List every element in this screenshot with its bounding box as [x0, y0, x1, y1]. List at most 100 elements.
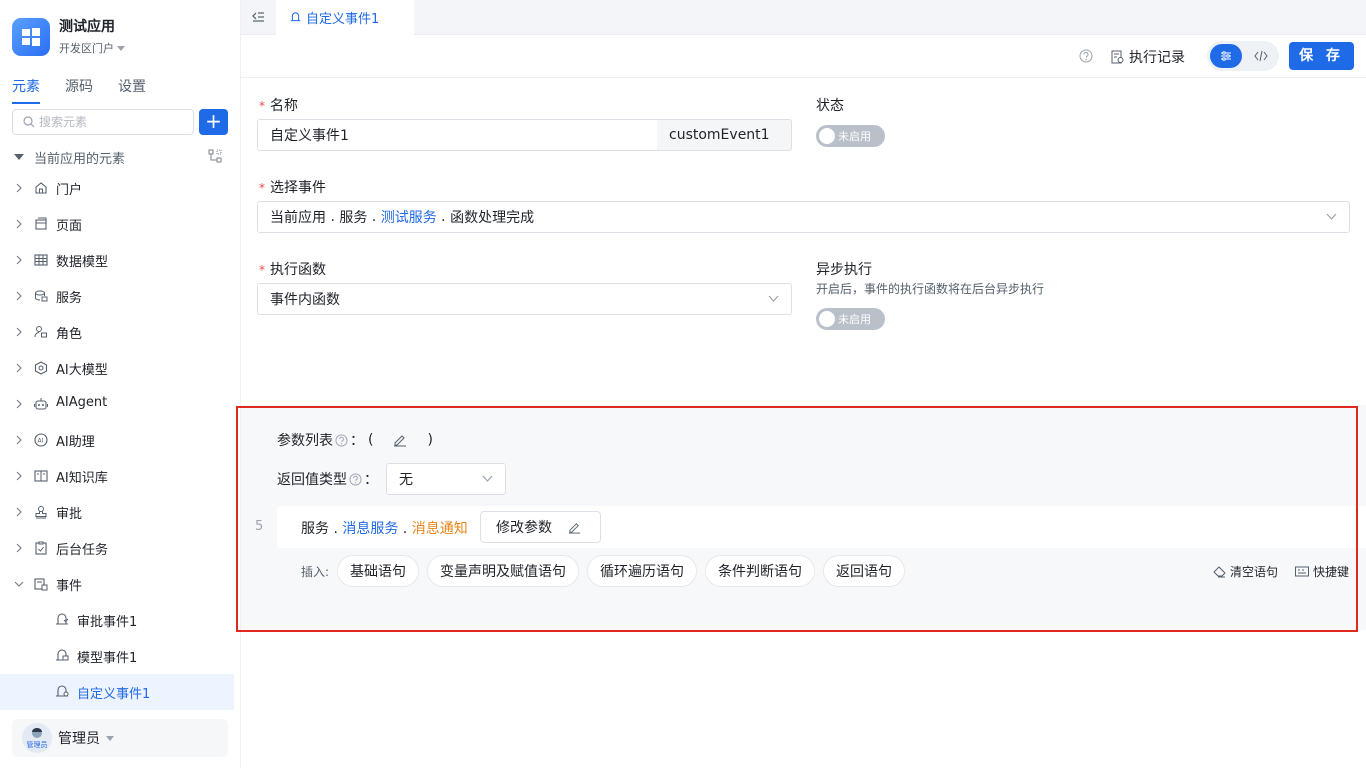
sidebar-item-label: 事件: [56, 579, 83, 594]
chevron-right-icon: [16, 291, 22, 301]
event-select[interactable]: 当前应用 . 服务 . 测试服务 . 函数处理完成: [257, 201, 1350, 233]
keyboard-icon: [1295, 566, 1309, 577]
status-toggle[interactable]: 未启用: [816, 125, 885, 147]
model-event-icon: [56, 649, 69, 661]
sidebar-item-service[interactable]: 服务: [0, 278, 241, 314]
sidebar-item-approval-event[interactable]: 审批事件1: [0, 602, 241, 638]
search-input[interactable]: [39, 115, 179, 129]
sidebar-item-ai-agent[interactable]: AIAgent: [0, 386, 241, 422]
insert-basic-button[interactable]: 基础语句: [337, 555, 420, 587]
shortcut-button[interactable]: 快捷键: [1295, 563, 1349, 580]
tree-root[interactable]: 当前应用的元素: [12, 147, 230, 167]
portal-selector[interactable]: 开发区门户: [59, 40, 125, 56]
insert-toolbar: 插入: 基础语句 变量声明及赋值语句 循环遍历语句 条件判断语句 返回语句: [301, 555, 913, 587]
collapse-sidebar-icon[interactable]: [251, 10, 265, 24]
chevron-right-icon: [16, 327, 22, 337]
sidebar-item-approval[interactable]: 审批: [0, 494, 241, 530]
name-label: * 名称: [259, 98, 298, 114]
toolbar: 执行记录 保 存: [241, 36, 1366, 78]
sidebar-item-label: 数据模型: [56, 255, 109, 270]
caret-down-icon: [117, 45, 125, 51]
role-icon: [34, 326, 47, 338]
params-row: 参数列表 ： ( ): [277, 430, 433, 450]
chevron-right-icon: [16, 183, 22, 193]
add-element-button[interactable]: +: [199, 109, 228, 135]
statement-row[interactable]: 服务 . 消息服务 . 消息通知 修改参数: [277, 506, 1366, 548]
sidebar-item-label: 后台任务: [56, 543, 109, 558]
chevron-down-icon: [14, 581, 24, 587]
log-icon: [1111, 50, 1124, 64]
tab-source[interactable]: 源码: [65, 76, 93, 104]
insert-label: 插入:: [301, 564, 330, 579]
edit-params-icon[interactable]: [393, 433, 407, 447]
save-button[interactable]: 保 存: [1289, 42, 1354, 70]
task-icon: [35, 541, 47, 555]
robot-icon: [34, 398, 48, 410]
name-input[interactable]: 自定义事件1: [257, 119, 659, 151]
params-label: 参数列表: [277, 433, 333, 449]
sidebar-item-ai-model[interactable]: AI大模型: [0, 350, 241, 386]
help-icon[interactable]: [1079, 49, 1093, 63]
sidebar-item-ai-assistant[interactable]: AI AI助理: [0, 422, 241, 458]
tab-custom-event[interactable]: 自定义事件1: [276, 0, 414, 35]
sidebar-item-page[interactable]: 页面: [0, 206, 241, 242]
user-menu[interactable]: 管理员 管理员: [12, 719, 228, 757]
tab-settings[interactable]: 设置: [118, 76, 146, 104]
custom-event-icon: [56, 685, 69, 697]
portal-name: 开发区门户: [59, 42, 114, 55]
line-number: 5: [255, 519, 264, 534]
status-label: 状态: [816, 98, 844, 114]
sidebar-item-label: AI知识库: [56, 471, 108, 486]
app-name: 测试应用: [59, 19, 115, 35]
event-icon: [34, 578, 48, 591]
sidebar-item-role[interactable]: 角色: [0, 314, 241, 350]
ai-assistant-icon: AI: [34, 433, 48, 447]
insert-return-button[interactable]: 返回语句: [823, 555, 906, 587]
clear-statements-button[interactable]: 清空语句: [1213, 563, 1278, 580]
app-header: 测试应用 开发区门户: [12, 18, 125, 56]
insert-variable-button[interactable]: 变量声明及赋值语句: [427, 555, 580, 587]
tab-bar: 自定义事件1: [241, 0, 1366, 35]
sidebar-item-label: 门户: [56, 183, 83, 198]
ai-model-icon: [34, 361, 48, 375]
sidebar-item-model-event[interactable]: 模型事件1: [0, 638, 241, 674]
svg-text:AI: AI: [38, 438, 44, 445]
exec-log-button[interactable]: 执行记录: [1111, 47, 1185, 67]
colon: ：: [350, 433, 364, 449]
sidebar-item-label: 审批事件1: [77, 615, 138, 630]
code-view-button[interactable]: [1247, 44, 1275, 68]
close-paren: ): [427, 432, 433, 448]
eraser-icon: [1213, 565, 1226, 577]
code-icon: [1254, 50, 1268, 62]
avatar-text: 管理员: [26, 741, 48, 749]
func-select[interactable]: 事件内函数: [257, 283, 792, 315]
sidebar-item-label: 自定义事件1: [77, 687, 151, 702]
sidebar-item-event[interactable]: 事件: [0, 566, 241, 602]
sidebar-item-portal[interactable]: 门户: [0, 170, 241, 206]
sidebar-item-data-model[interactable]: 数据模型: [0, 242, 241, 278]
insert-condition-button[interactable]: 条件判断语句: [705, 555, 816, 587]
structure-icon[interactable]: [208, 149, 222, 163]
insert-loop-button[interactable]: 循环遍历语句: [587, 555, 698, 587]
tab-elements[interactable]: 元素: [12, 76, 40, 104]
sliders-icon: [1221, 51, 1231, 61]
modify-params-button[interactable]: 修改参数: [480, 511, 601, 543]
open-paren: (: [368, 432, 374, 448]
func-label: * 执行函数: [259, 262, 326, 278]
question-icon[interactable]: [349, 472, 362, 486]
colon: ：: [364, 472, 378, 488]
question-icon[interactable]: [335, 433, 348, 447]
sidebar-item-label: 角色: [56, 327, 83, 342]
chevron-right-icon: [16, 363, 22, 373]
async-toggle[interactable]: 未启用: [816, 308, 885, 330]
visual-view-button[interactable]: [1210, 44, 1242, 68]
async-desc: 开启后，事件的执行函数将在后台异步执行: [816, 282, 1045, 296]
return-type-select[interactable]: 无: [386, 463, 506, 495]
main-area: 自定义事件1 执行记录 保 存 * 名称 自定义事件1 customEvent1 …: [241, 0, 1366, 768]
sidebar-item-custom-event[interactable]: 自定义事件1: [0, 674, 234, 710]
sidebar-item-ai-kb[interactable]: AI知识库: [0, 458, 241, 494]
sidebar-item-background-task[interactable]: 后台任务: [0, 530, 241, 566]
statement-text: 服务 . 消息服务 . 消息通知: [301, 521, 468, 537]
name-code: customEvent1: [657, 119, 792, 151]
chevron-down-icon: [1326, 213, 1337, 220]
